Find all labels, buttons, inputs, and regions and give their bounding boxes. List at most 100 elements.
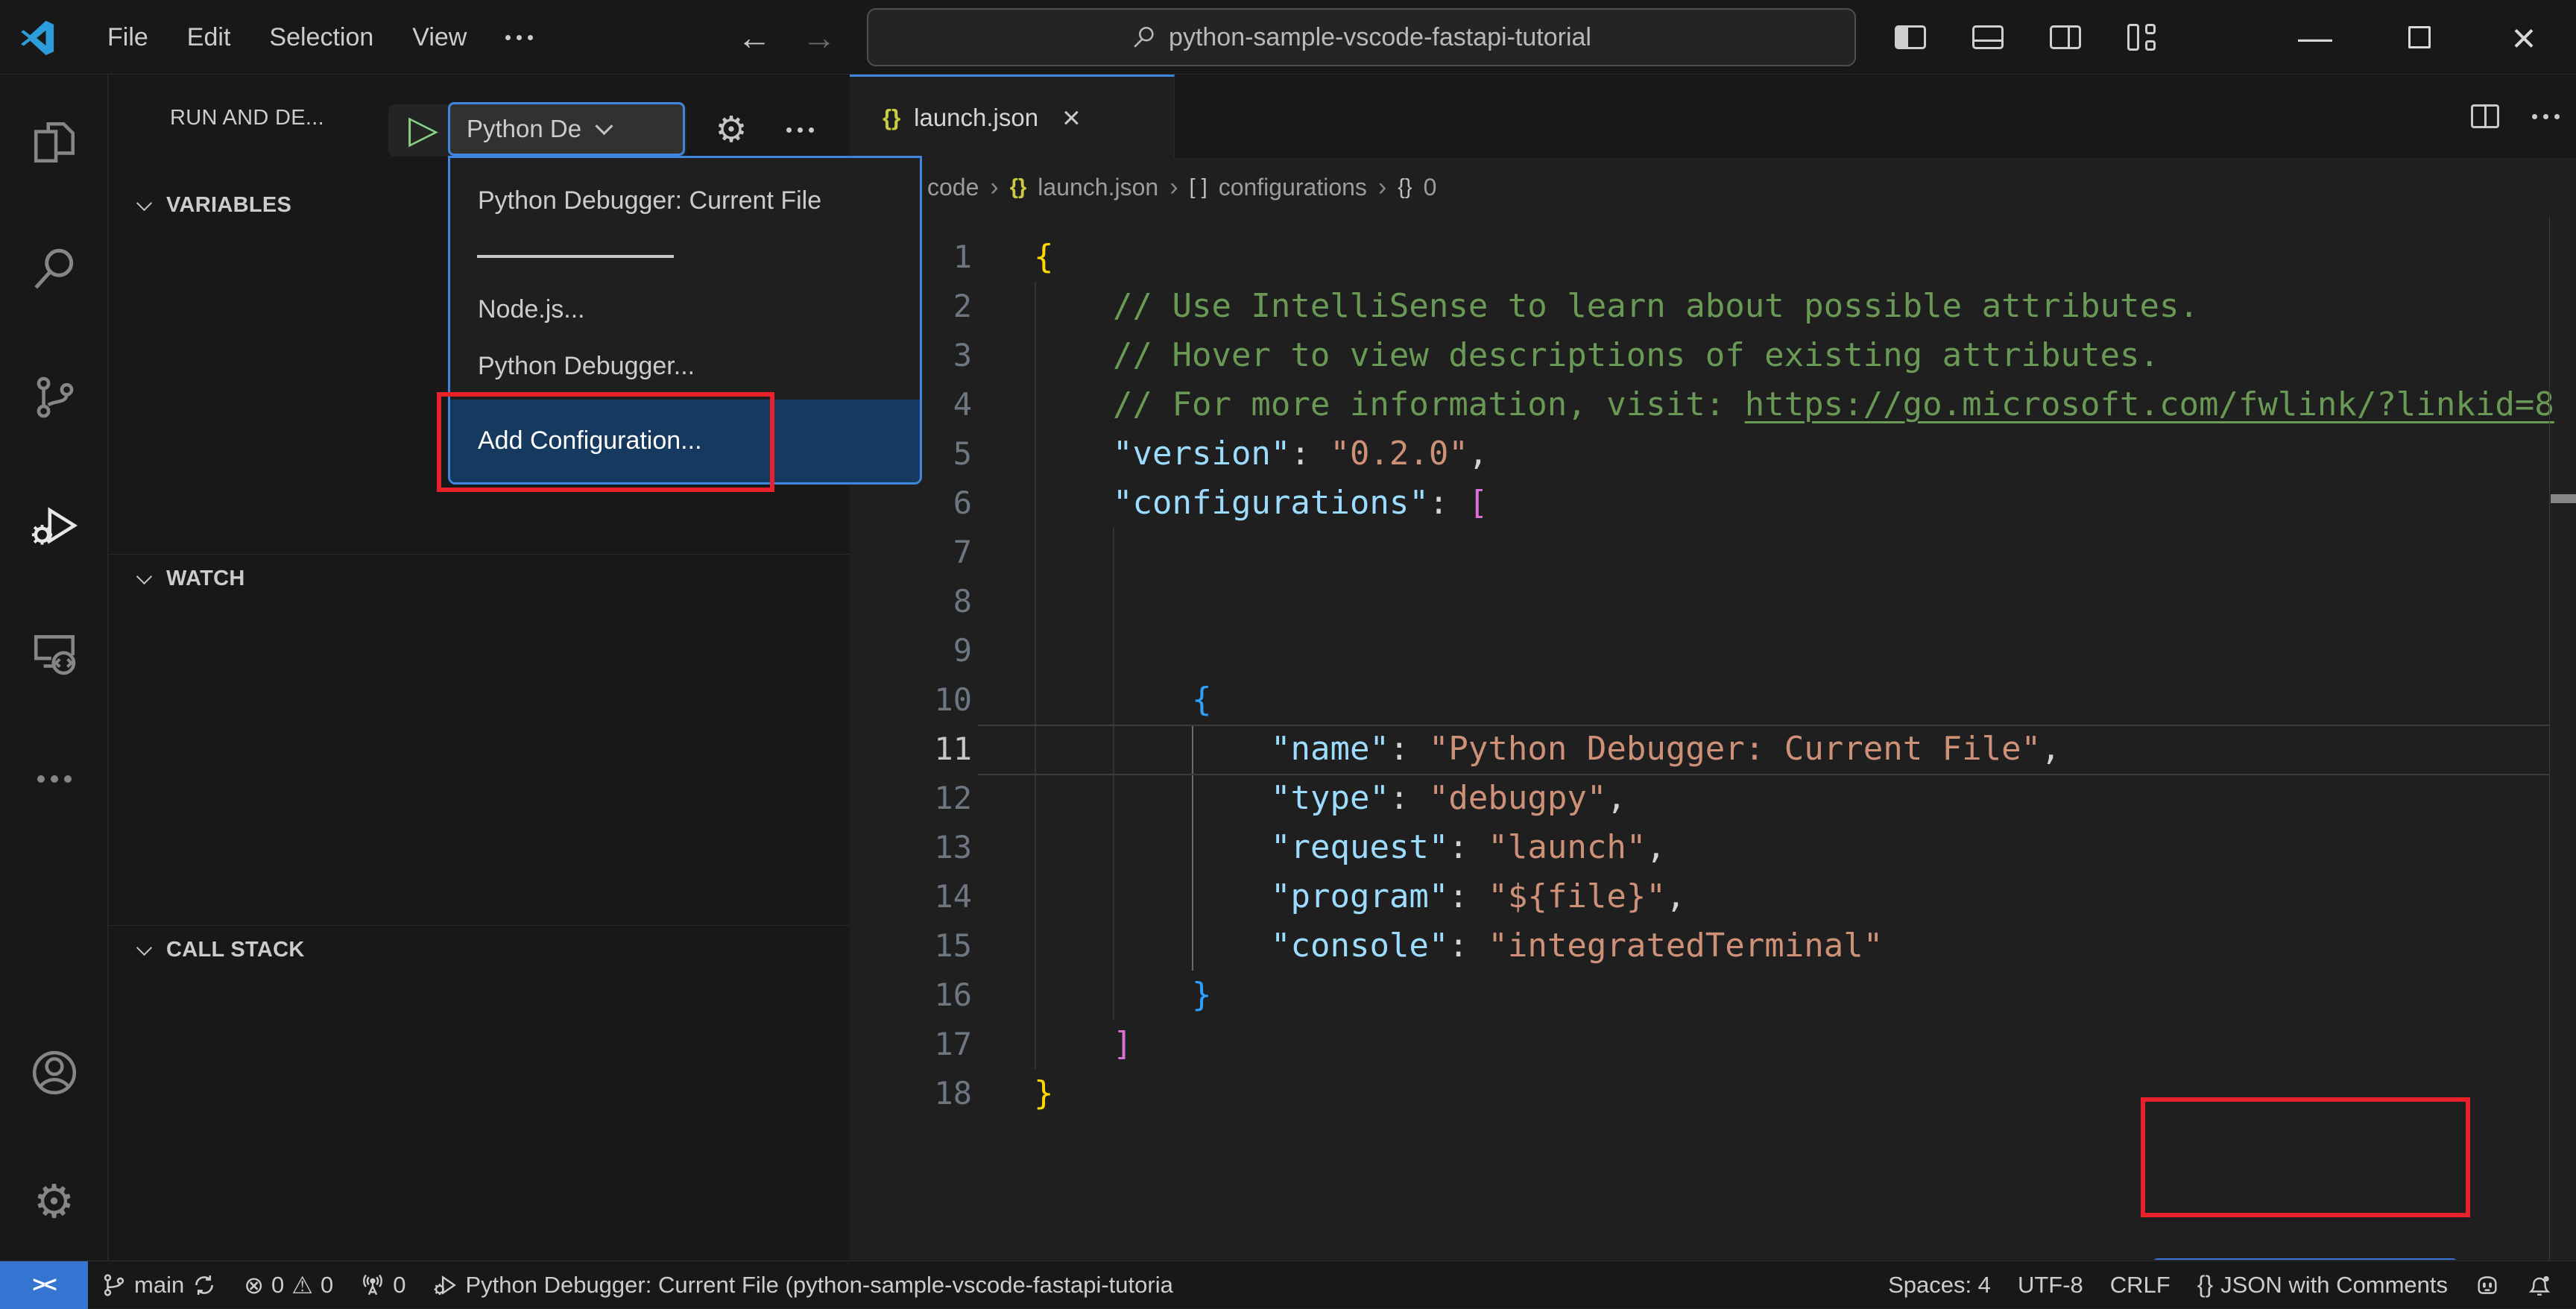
activity-bar: ⚙: [0, 75, 108, 1260]
section-call-stack[interactable]: CALL STACK: [109, 926, 850, 974]
search-icon: [1134, 26, 1154, 48]
language-mode-status[interactable]: {} JSON with Comments: [2184, 1261, 2461, 1309]
warning-count: 0: [320, 1271, 334, 1298]
line-number: 11: [934, 731, 972, 767]
minimize-button[interactable]: —: [2263, 0, 2367, 75]
menu-more-icon[interactable]: [486, 10, 552, 64]
code-line[interactable]: 3// Hover to view descriptions of existi…: [850, 331, 2576, 380]
breadcrumb-file[interactable]: launch.json: [1038, 174, 1158, 201]
navigate-back-button[interactable]: ←: [727, 0, 782, 75]
menu-view[interactable]: View: [393, 10, 486, 64]
debug-more-actions-icon[interactable]: [774, 103, 826, 157]
dropdown-item-python-debugger[interactable]: Python Debugger...: [450, 337, 920, 395]
warning-icon: ⚠: [291, 1271, 313, 1299]
problems-status[interactable]: ⊗ 0 ⚠ 0: [230, 1261, 347, 1309]
add-configuration-button[interactable]: Add Configuration...: [2152, 1258, 2458, 1260]
run-and-debug-icon[interactable]: [0, 477, 108, 574]
editor-actions: [2471, 75, 2560, 158]
code-line[interactable]: 4// For more information, visit: https:/…: [850, 380, 2576, 429]
settings-gear-icon[interactable]: ⚙: [0, 1152, 108, 1249]
breadcrumb-index[interactable]: 0: [1424, 174, 1437, 201]
explorer-icon[interactable]: [0, 94, 108, 191]
json-file-icon: {}: [883, 104, 901, 130]
line-number: 15: [934, 927, 972, 964]
code-line[interactable]: 12 "type": "debugpy",: [850, 774, 2576, 823]
code-line[interactable]: 11 "name": "Python Debugger: Current File…: [850, 725, 2576, 775]
menu-selection[interactable]: Selection: [250, 10, 393, 64]
toggle-primary-sidebar-icon[interactable]: [1895, 25, 1926, 49]
breadcrumb-separator: ›: [1169, 172, 1178, 201]
debug-status[interactable]: Python Debugger: Current File (python-sa…: [419, 1261, 1186, 1309]
code-line[interactable]: 13 "request": "launch",: [850, 823, 2576, 872]
copilot-status[interactable]: [2461, 1261, 2513, 1309]
status-bar-left: >< main ⊗ 0 ⚠ 0 0 Python Debugger: Curre…: [0, 1261, 1875, 1309]
code-line[interactable]: 16}: [850, 971, 2576, 1020]
remote-explorer-icon[interactable]: [0, 605, 108, 702]
editor-more-actions-icon[interactable]: [2532, 113, 2560, 119]
close-button[interactable]: ×: [2472, 0, 2576, 75]
chevron-down-icon: [595, 116, 613, 135]
code-line[interactable]: 10{: [850, 675, 2576, 725]
accounts-icon[interactable]: [0, 1024, 108, 1121]
braces-icon: {}: [2197, 1271, 2214, 1298]
maximize-button[interactable]: [2367, 0, 2472, 75]
notifications-bell[interactable]: [2513, 1261, 2566, 1309]
code-line[interactable]: 9: [850, 626, 2576, 675]
breadcrumb-folder[interactable]: code: [927, 174, 979, 201]
object-symbol-icon: {}: [1398, 174, 1412, 199]
start-debugging-button[interactable]: ▷: [401, 103, 446, 157]
bell-icon: [2528, 1275, 2551, 1296]
additional-views-icon[interactable]: [0, 731, 108, 827]
eol-status[interactable]: CRLF: [2097, 1261, 2184, 1309]
menu-edit[interactable]: Edit: [168, 10, 250, 64]
code-line[interactable]: 15 "console": "integratedTerminal": [850, 921, 2576, 971]
breadcrumb: code › {} launch.json › [ ] configuratio…: [850, 158, 2576, 216]
tab-label: launch.json: [914, 103, 1039, 131]
debug-configuration-select[interactable]: Python De: [448, 102, 685, 156]
tab-launch-json[interactable]: {} launch.json ×: [850, 75, 1175, 158]
menu-file[interactable]: File: [88, 10, 168, 64]
ports-status[interactable]: 0: [347, 1261, 419, 1309]
split-editor-icon[interactable]: [2471, 104, 2499, 128]
code-line[interactable]: 1{: [850, 233, 2576, 282]
status-bar-right: Spaces: 4 UTF-8 CRLF {} JSON with Commen…: [1875, 1261, 2576, 1309]
line-number: 18: [934, 1075, 972, 1111]
configure-gear-icon[interactable]: ⚙: [705, 103, 757, 157]
remote-indicator[interactable]: ><: [0, 1261, 88, 1309]
dropdown-separator: [477, 255, 674, 258]
layout-controls: [1895, 0, 2159, 75]
branch-status[interactable]: main: [88, 1261, 230, 1309]
code-line[interactable]: 6 "configurations": [: [850, 479, 2576, 528]
line-number: 17: [934, 1026, 972, 1062]
code-line[interactable]: 7: [850, 528, 2576, 577]
command-center-search[interactable]: python-sample-vscode-fastapi-tutorial: [867, 8, 1856, 66]
line-number: 10: [934, 681, 972, 718]
close-tab-icon[interactable]: ×: [1062, 100, 1081, 136]
toggle-secondary-sidebar-icon[interactable]: [2050, 25, 2081, 49]
customize-layout-icon[interactable]: [2127, 24, 2159, 51]
navigate-forward-button[interactable]: →: [792, 0, 847, 75]
dropdown-item-current-file[interactable]: Python Debugger: Current File: [450, 171, 920, 230]
git-branch-icon: [104, 1273, 124, 1296]
section-watch[interactable]: WATCH: [109, 555, 850, 602]
code-line[interactable]: 2// Use IntelliSense to learn about poss…: [850, 282, 2576, 331]
dropdown-item-nodejs[interactable]: Node.js...: [450, 280, 920, 338]
breadcrumb-symbol[interactable]: configurations: [1219, 174, 1367, 201]
code-line[interactable]: 5 "version": "0.2.0",: [850, 429, 2576, 479]
editor-scrollbar[interactable]: [2549, 216, 2576, 1260]
source-control-icon[interactable]: [0, 349, 108, 446]
chevron-down-icon: [136, 195, 153, 211]
annotation-box-dropdown-add-configuration: [437, 392, 774, 492]
line-number: 12: [934, 780, 972, 816]
search-icon[interactable]: [0, 221, 108, 318]
sync-icon: [195, 1275, 214, 1295]
code-line[interactable]: 14 "program": "${file}",: [850, 872, 2576, 921]
line-number: 13: [934, 829, 972, 865]
code-line[interactable]: 17]: [850, 1020, 2576, 1069]
indentation-status[interactable]: Spaces: 4: [1875, 1261, 2004, 1309]
line-number: 7: [953, 534, 972, 570]
code-line[interactable]: 8: [850, 577, 2576, 626]
encoding-status[interactable]: UTF-8: [2004, 1261, 2097, 1309]
toggle-panel-icon[interactable]: [1972, 25, 2004, 49]
scrollbar-thumb[interactable]: [2551, 494, 2576, 503]
